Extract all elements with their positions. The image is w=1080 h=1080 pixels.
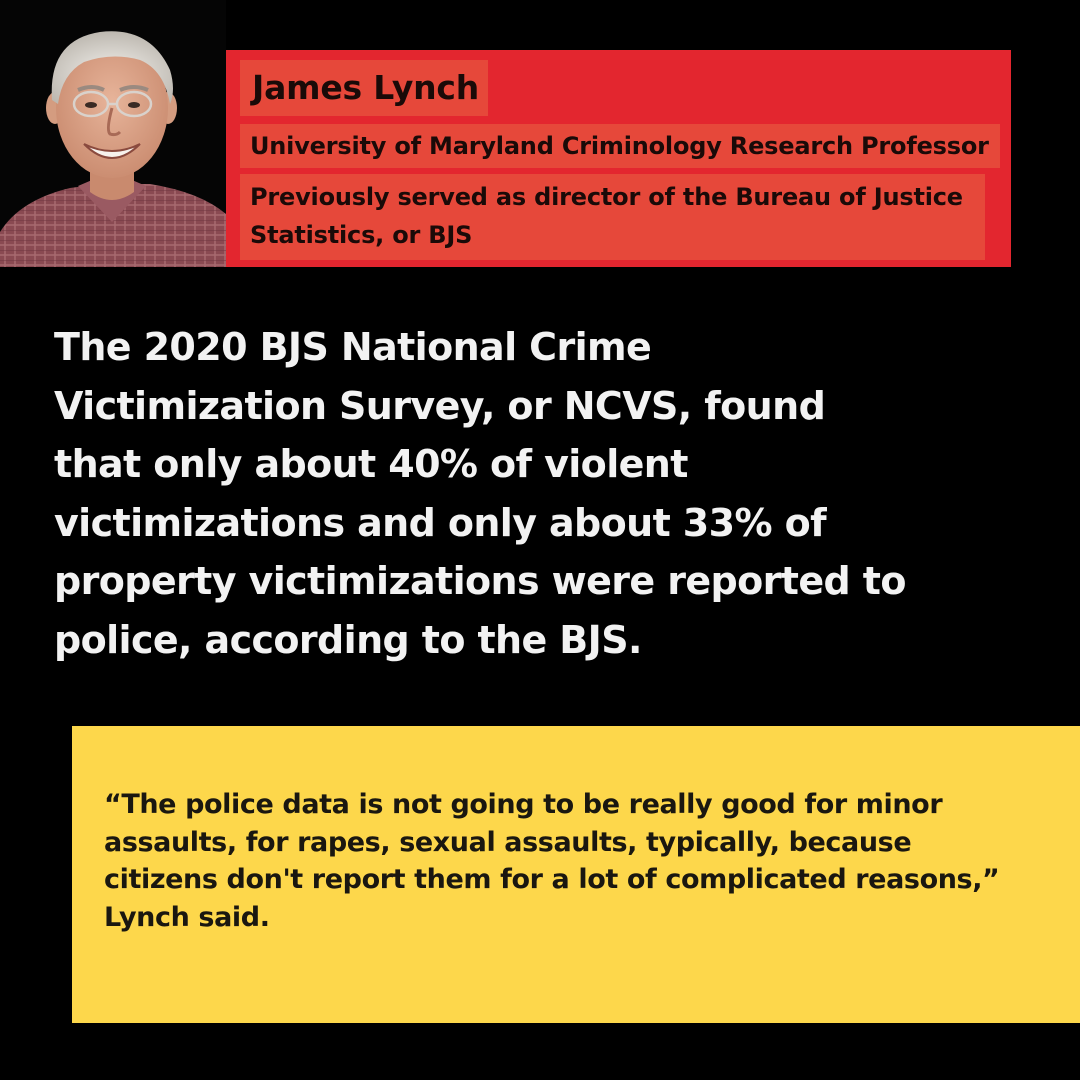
main-statement-line: Victimization Survey, or NCVS, found bbox=[54, 383, 826, 428]
speaker-previous-role-line: Previously served as director of the Bur… bbox=[250, 183, 963, 211]
speaker-portrait bbox=[0, 0, 226, 267]
main-statement-line: property victimizations were reported to bbox=[54, 559, 906, 603]
speaker-info-card: James Lynch University of Maryland Crimi… bbox=[226, 50, 1011, 267]
main-statement-line: The 2020 BJS National Crime bbox=[54, 325, 652, 369]
speaker-previous-role: Previously served as director of the Bur… bbox=[240, 174, 985, 260]
quote-box: “The police data is not going to be real… bbox=[72, 726, 1080, 1023]
main-statement-line: that only about 40% of violent bbox=[54, 442, 688, 486]
speaker-portrait-image bbox=[0, 0, 226, 267]
infographic-card: James Lynch University of Maryland Crimi… bbox=[0, 0, 1080, 1080]
main-statement: The 2020 BJS National Crime Victimizatio… bbox=[54, 318, 924, 669]
speaker-name: James Lynch bbox=[240, 60, 488, 116]
main-statement-line: police, according to the BJS. bbox=[54, 617, 642, 662]
quote-text: “The police data is not going to be real… bbox=[104, 786, 1000, 936]
main-statement-line: victimizations and only about 33% of bbox=[54, 500, 827, 545]
speaker-title: University of Maryland Criminology Resea… bbox=[240, 124, 1000, 168]
quote-line: “The police data is not going to be real… bbox=[104, 789, 943, 820]
speaker-previous-role-line: Statistics, or BJS bbox=[250, 221, 473, 249]
quote-line: Lynch said. bbox=[104, 901, 270, 933]
quote-line: assaults, for rapes, sexual assaults, ty… bbox=[104, 826, 912, 858]
quote-line: citizens don't report them for a lot of … bbox=[104, 864, 1000, 895]
